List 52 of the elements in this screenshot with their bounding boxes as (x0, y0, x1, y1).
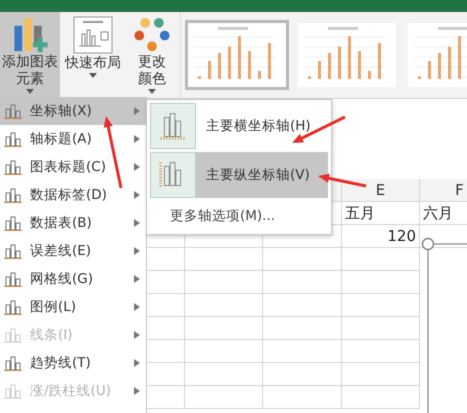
horizontal-axis-icon (150, 103, 196, 149)
table-cell: 120 (342, 225, 420, 248)
submenu-arrow-icon (134, 191, 140, 199)
menu-item[interactable]: 数据标签(D) (0, 181, 146, 209)
chart-element-icon (4, 215, 22, 231)
column-header[interactable]: E (342, 179, 420, 202)
dropdown-caret-icon (148, 89, 156, 94)
ribbon-button[interactable]: 添加图表元素 (0, 12, 60, 98)
submenu-arrow-icon (134, 303, 140, 311)
table-cell: 五月 (342, 202, 420, 225)
submenu-arrow-icon (134, 331, 140, 339)
color-palette-icon (132, 16, 172, 54)
chart-element-icon (4, 271, 22, 287)
chart-element-icon (4, 327, 22, 343)
chart-element-icon (4, 103, 22, 119)
dropdown-caret-icon (26, 89, 34, 94)
submenu-arrow-icon (134, 275, 140, 283)
menu-item[interactable]: 主要纵坐标轴(V) (150, 152, 328, 198)
submenu-arrow-icon (134, 107, 140, 115)
chart-element-icon (4, 355, 22, 371)
menu-item[interactable]: 网格线(G) (0, 265, 146, 293)
chart-element-icon (4, 243, 22, 259)
chart-element-icon (4, 187, 22, 203)
submenu-arrow-icon (134, 219, 140, 227)
chart-element-icon (4, 159, 22, 175)
menu-item[interactable]: 误差线(E) (0, 237, 146, 265)
submenu-arrow-icon (134, 163, 140, 171)
table-cell: 六月 (420, 202, 467, 225)
submenu-arrow-icon (134, 135, 140, 143)
chart-element-icon (4, 383, 22, 399)
menu-item[interactable]: 坐标轴(X) (0, 97, 146, 125)
annotation-arrow (292, 116, 346, 143)
submenu-arrow-icon (134, 247, 140, 255)
chart-style-option[interactable] (185, 20, 289, 90)
annotation-arrow (318, 174, 366, 188)
submenu-arrow-icon (134, 387, 140, 395)
menu-item[interactable]: 轴标题(A) (0, 125, 146, 153)
dropdown-caret-icon (89, 73, 97, 78)
menu-item[interactable]: 主要横坐标轴(H) (150, 103, 328, 149)
ribbon-button[interactable]: 更改颜色 (126, 12, 178, 98)
menu-item[interactable]: 更多轴选项(M)... (150, 201, 328, 231)
chart-element-icon (4, 299, 22, 315)
chart-element-icon (4, 131, 22, 147)
ribbon-button[interactable]: 快速布局 (62, 12, 124, 98)
menu-item[interactable]: 图表标题(C) (0, 153, 146, 181)
column-header[interactable]: F (420, 179, 467, 202)
menu-item[interactable]: 趋势线(T) (0, 349, 146, 377)
quick-layout-icon (73, 16, 113, 54)
submenu-arrow-icon (134, 359, 140, 367)
menu-item[interactable]: 数据表(B) (0, 209, 146, 237)
menu-item[interactable]: 图例(L) (0, 293, 146, 321)
vertical-axis-icon (150, 152, 196, 198)
